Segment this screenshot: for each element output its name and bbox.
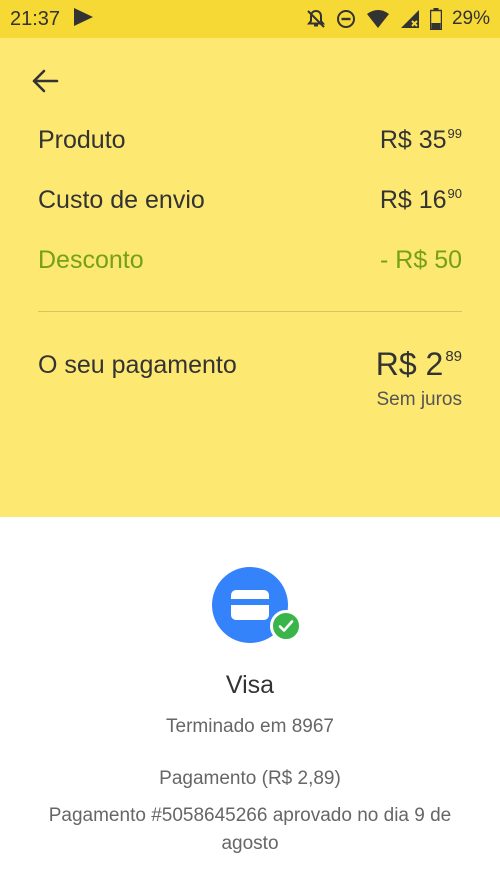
order-summary-panel: Produto R$ 3599 Custo de envio R$ 1690 D…	[0, 38, 500, 517]
payment-line: Pagamento (R$ 2,89)	[159, 768, 341, 789]
payment-method-name: Visa	[225, 671, 275, 699]
signal-icon	[400, 9, 420, 29]
wifi-icon	[366, 9, 390, 29]
shipping-label: Custo de envio	[38, 186, 205, 214]
back-button[interactable]	[28, 66, 62, 100]
shipping-amount: R$ 1690	[379, 186, 462, 214]
do-not-disturb-icon	[336, 9, 356, 29]
divider	[38, 311, 462, 312]
discount-label: Desconto	[38, 246, 144, 274]
discount-row: Desconto - R$ 50	[38, 246, 462, 275]
discount-amount: - R$ 50	[380, 246, 462, 274]
play-icon	[72, 7, 94, 32]
battery-percentage: 29%	[451, 8, 490, 29]
status-bar: 21:37 29%	[0, 0, 500, 38]
arrow-left-icon	[31, 69, 59, 98]
product-label: Produto	[38, 126, 126, 154]
check-icon	[270, 610, 302, 642]
product-amount: R$ 3599	[379, 126, 462, 154]
payment-total-amount: R$ 2 89	[375, 346, 462, 382]
product-row: Produto R$ 3599	[38, 126, 462, 155]
payment-approved-line: Pagamento #5058645266 aprovado no dia 9 …	[48, 805, 452, 854]
card-ending: Terminado em 8967	[166, 716, 334, 737]
installment-note: Sem juros	[376, 389, 462, 410]
shipping-row: Custo de envio R$ 1690	[38, 186, 462, 215]
battery-icon	[429, 8, 442, 30]
payment-total-row: O seu pagamento R$ 2 89 Sem juros	[38, 346, 462, 411]
notifications-off-icon	[306, 9, 326, 29]
payment-method-icon	[212, 567, 304, 645]
status-time: 21:37	[10, 7, 61, 30]
payment-total-label: O seu pagamento	[38, 351, 237, 379]
